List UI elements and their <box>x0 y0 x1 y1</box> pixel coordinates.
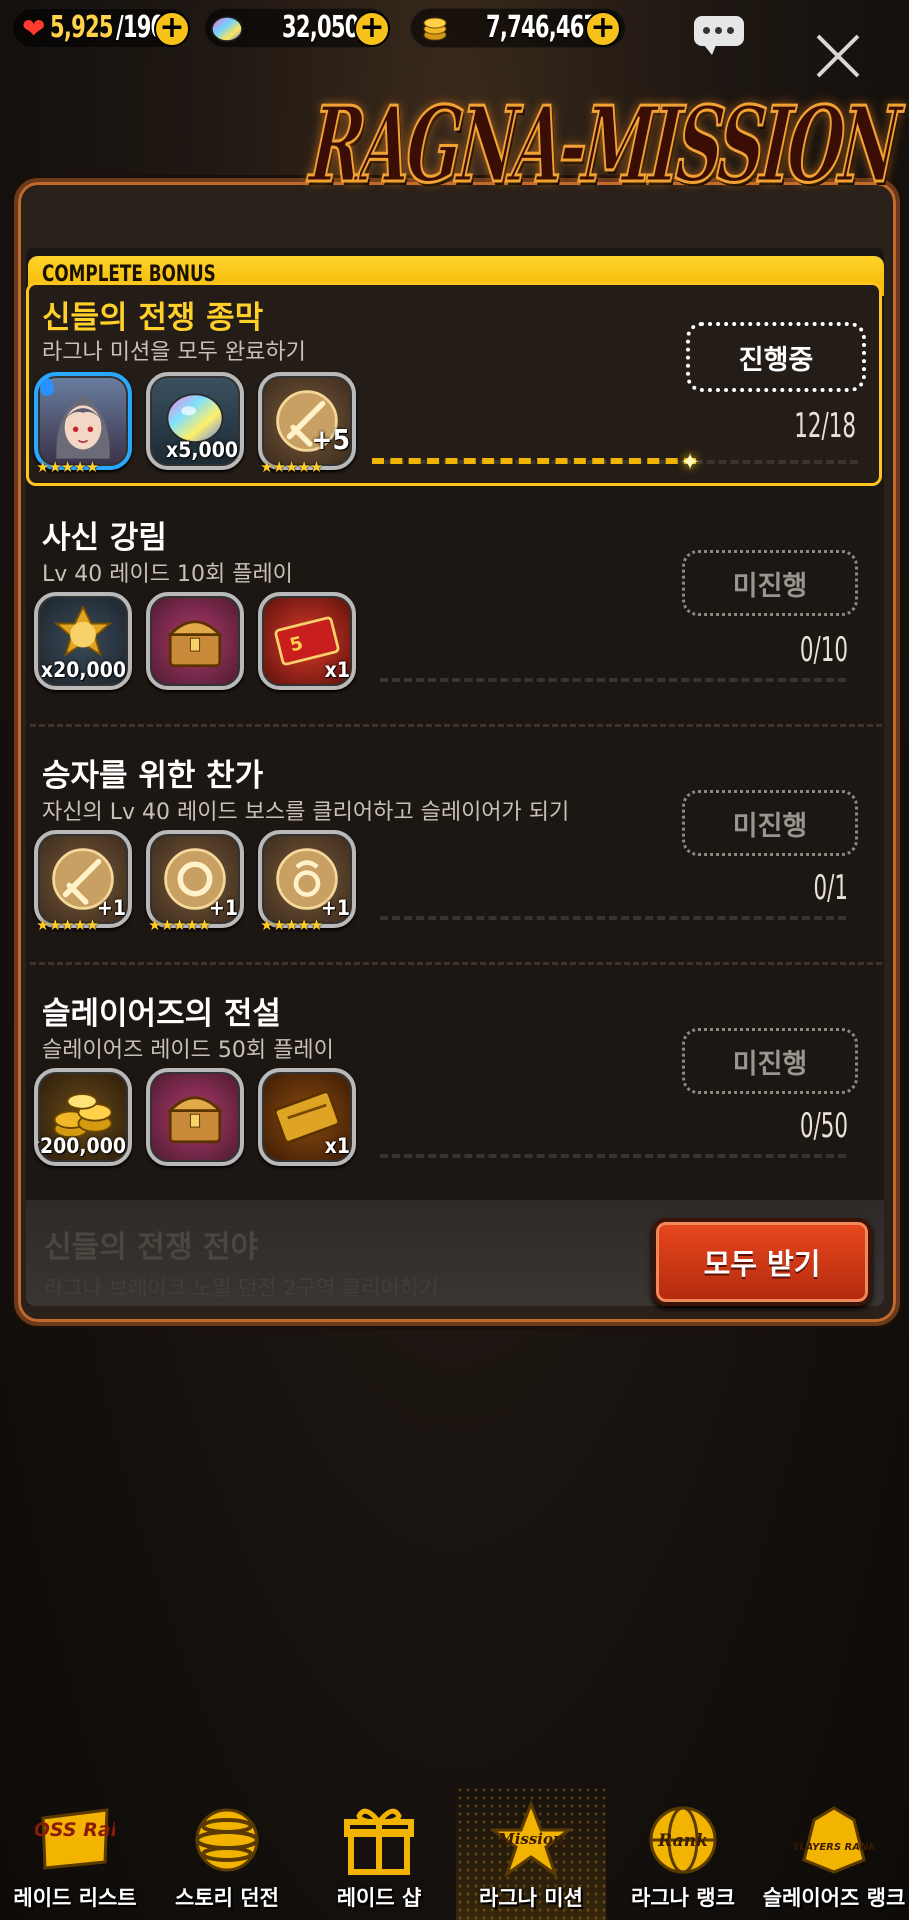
gem-icon <box>211 16 243 42</box>
mission-desc: 자신의 Lv 40 레이드 보스를 클리어하고 슬레이어가 되기 <box>42 800 570 825</box>
gold-value: 7,746,467 <box>486 10 598 45</box>
reward-treasure-chest[interactable] <box>146 1068 244 1166</box>
reward-stars: ★★★★★ <box>36 458 99 476</box>
treasure-chest-icon <box>166 1096 224 1144</box>
reward-stars: ★★★★★ <box>36 916 99 934</box>
reward-gold-medal[interactable]: x20,000 <box>34 592 132 690</box>
reward-weapon-upgrade[interactable]: +1 <box>34 830 132 928</box>
mission-status-button[interactable]: 미진행 <box>682 790 858 856</box>
reward-stars: ★★★★★ <box>260 916 323 934</box>
nav-label: 슬레이어즈 랭크 <box>762 1886 906 1910</box>
mission-desc: 슬레이어즈 레이드 50회 플레이 <box>42 1038 334 1063</box>
add-gold-button[interactable]: + <box>585 11 621 47</box>
treasure-chest-icon <box>166 620 224 668</box>
gem-value: 32,050 <box>282 10 359 45</box>
water-element-icon <box>40 378 54 396</box>
reward-ring-upgrade[interactable]: +1 <box>146 830 244 928</box>
reward-quantity: x1 <box>324 1134 350 1158</box>
heart-icon: ❤ <box>22 12 46 45</box>
nav-slayers-rank[interactable]: SLAYERS RANK 슬레이어즈 랭크 <box>759 1786 909 1920</box>
mission-progress-track <box>380 916 846 924</box>
nav-label: 레이드 리스트 <box>13 1886 137 1910</box>
next-mission-title: 신들의 전쟁 전야 <box>44 1230 259 1265</box>
reward-quantity: +1 <box>97 896 126 920</box>
ragna-mission-logo: RAGNA-MISSION <box>305 82 903 207</box>
bonus-status-button[interactable]: 진행중 <box>686 322 866 392</box>
gold-coin-stack-icon <box>423 17 447 41</box>
reward-rainbow-gem[interactable]: x5,000 <box>146 372 244 470</box>
nav-ragna-mission[interactable]: Mission 라그나 미션 <box>456 1786 606 1920</box>
nav-story-dungeon[interactable]: 스토리 던전 <box>152 1786 302 1920</box>
reward-treasure-chest[interactable] <box>146 592 244 690</box>
rank-globe-icon: Rank <box>649 1806 717 1874</box>
boss-raid-icon: BOSS Raid <box>35 1808 115 1870</box>
reward-amulet-upgrade[interactable]: +1 <box>258 830 356 928</box>
mission-progress-text: 0/50 <box>799 1106 848 1146</box>
mission-status-button[interactable]: 미진행 <box>682 1028 858 1094</box>
nav-label: 레이드 샵 <box>336 1886 422 1910</box>
reward-quantity: x200,000 <box>34 1134 126 1158</box>
stamina-value: 5,925 <box>50 10 113 45</box>
mission-title: 사신 강림 <box>42 520 167 556</box>
bonus-progress-text: 12/18 <box>794 406 856 446</box>
mission-progress-text: 0/10 <box>799 630 848 670</box>
reward-quantity: +1 <box>209 896 238 920</box>
mission-status-button[interactable]: 미진행 <box>682 550 858 616</box>
slayers-rank-text: SLAYERS RANK <box>794 1842 874 1853</box>
reward-stars: ★★★★★ <box>148 916 211 934</box>
bonus-progress-fill <box>372 458 696 464</box>
reward-stars: ★★★★★ <box>260 458 323 476</box>
mission-divider <box>30 724 882 727</box>
nav-raid-list[interactable]: BOSS Raid 레이드 리스트 <box>0 1786 150 1920</box>
boss-raid-text: BOSS Raid <box>35 1819 115 1841</box>
mission-progress-track <box>380 1154 846 1162</box>
reward-ticket[interactable]: 5 x1 <box>258 592 356 690</box>
progress-sparkle-icon: ✦ <box>680 448 701 476</box>
mission-divider <box>30 962 882 965</box>
rank-text: Rank <box>657 1831 708 1851</box>
slayers-rank-icon: SLAYERS RANK <box>794 1806 874 1874</box>
bonus-mission-title: 신들의 전쟁 종막 <box>42 300 264 336</box>
mission-title: 승자를 위한 찬가 <box>42 758 264 794</box>
chat-icon[interactable] <box>694 16 744 55</box>
nav-label: 라그나 랭크 <box>631 1886 735 1910</box>
mission-star-icon: Mission <box>491 1800 571 1878</box>
bottom-nav: BOSS Raid 레이드 리스트 스토리 던전 레이드 샵 Mission 라… <box>0 1786 909 1920</box>
bonus-mission-desc: 라그나 미션을 모두 완료하기 <box>42 340 306 365</box>
reward-character-portrait[interactable] <box>34 372 132 470</box>
gift-box-icon <box>344 1808 414 1875</box>
nav-label: 라그나 미션 <box>479 1886 583 1910</box>
story-orb-icon <box>195 1808 259 1872</box>
add-gems-button[interactable]: + <box>354 11 390 47</box>
close-icon[interactable] <box>814 32 862 80</box>
reward-quantity: x1 <box>324 658 350 682</box>
add-stamina-button[interactable]: + <box>154 11 190 47</box>
reward-gold-coins[interactable]: x200,000 <box>34 1068 132 1166</box>
reward-quantity: +1 <box>321 896 350 920</box>
nav-ragna-rank[interactable]: Rank 라그나 랭크 <box>608 1786 758 1920</box>
reward-gold-ticket[interactable]: x1 <box>258 1068 356 1166</box>
reward-quantity: +5 <box>311 423 350 456</box>
mission-desc: Lv 40 레이드 10회 플레이 <box>42 562 293 587</box>
reward-quantity: x5,000 <box>166 438 238 462</box>
mission-progress-track <box>380 678 846 686</box>
reward-weapon-upgrade[interactable]: +5 <box>258 372 356 470</box>
claim-all-button[interactable]: 모두 받기 <box>652 1218 872 1306</box>
nav-label: 스토리 던전 <box>175 1886 279 1910</box>
next-mission-desc: 라그나 브레이크 노멀 던전 2구역 클리어하기 <box>44 1276 439 1300</box>
mission-text: Mission <box>497 1830 564 1848</box>
reward-quantity: x20,000 <box>40 658 126 682</box>
mission-title: 슬레이어즈의 전설 <box>42 996 281 1032</box>
nav-raid-shop[interactable]: 레이드 샵 <box>304 1786 454 1920</box>
mission-progress-text: 0/1 <box>813 868 848 908</box>
